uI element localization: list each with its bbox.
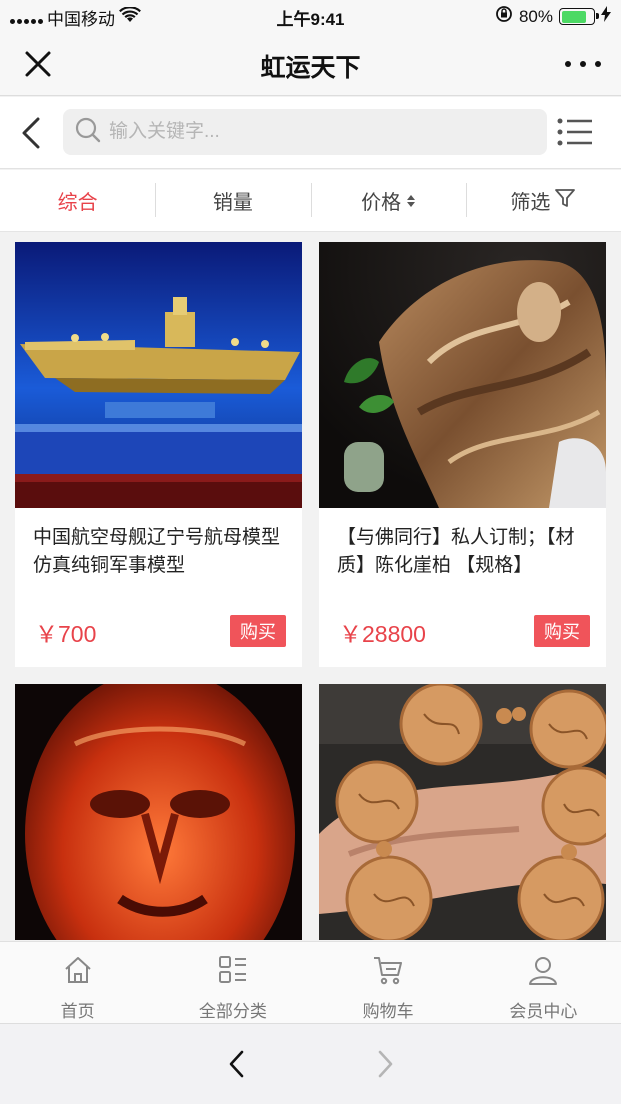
back-icon[interactable] [14,113,50,153]
tab-category[interactable]: 全部分类 [155,942,310,1023]
home-icon [62,954,94,991]
product-card[interactable] [15,684,302,940]
tab-label: 全部分类 [198,1002,267,1021]
filter-tab-sales[interactable]: 销量 [155,170,310,231]
product-price: ￥700 [35,621,97,647]
search-input[interactable] [109,121,509,143]
aircraft-carrier-model-image[interactable] [15,242,302,508]
sort-arrows-icon [407,194,416,207]
filter-label: 筛选 [510,192,551,214]
tab-label: 会员中心 [509,1002,578,1021]
product-title: 【与佛同行】私人订制；【材质】陈化崖柏 【规格】 [337,527,575,576]
search-icon [75,117,101,148]
cliff-cypress-buddha-carving-image[interactable] [319,242,606,508]
battery-percent: 80% [518,6,553,26]
list-view-icon[interactable] [557,117,593,147]
buy-button[interactable]: 购买 [534,615,590,647]
carved-olive-pit-bracelet-image[interactable] [319,684,606,940]
close-icon[interactable] [20,46,56,82]
filter-bar: 综合 销量 价格 筛选 [0,170,621,232]
category-icon [217,954,249,991]
filter-tab-price[interactable]: 价格 [310,170,466,231]
product-title: 中国航空母舰辽宁号航母模型 仿真纯铜军事模型 [33,527,281,576]
more-icon[interactable] [565,50,601,78]
filter-label: 综合 [57,192,98,214]
filter-tab-comprehensive[interactable]: 综合 [0,170,155,231]
user-icon [527,954,559,991]
battery-icon [559,8,599,25]
tab-label: 购物车 [362,1002,414,1021]
page-title: 虹运天下 [260,54,361,82]
tab-member[interactable]: 会员中心 [466,942,621,1023]
funnel-icon [554,187,576,215]
charging-icon [601,6,611,27]
filter-label: 价格 [361,192,402,214]
search-box[interactable] [63,109,547,155]
red-agate-face-carving-image[interactable] [15,684,302,940]
product-price: ￥28800 [339,621,426,647]
filter-tab-screen[interactable]: 筛选 [465,170,621,231]
tab-cart[interactable]: 购物车 [311,942,466,1023]
product-card[interactable]: 【与佛同行】私人订制；【材质】陈化崖柏 【规格】 ￥28800 购买 [319,242,606,667]
orientation-lock-icon [495,5,513,28]
cart-icon [372,954,404,991]
nav-bar: 虹运天下 [0,32,621,96]
status-right: 80% [495,5,611,28]
browser-forward-icon[interactable] [370,1046,400,1082]
status-bar: 中国移动 上午9:41 80% [0,0,621,32]
filter-label: 销量 [212,192,253,214]
buy-button[interactable]: 购买 [230,615,286,647]
product-grid: 中国航空母舰辽宁号航母模型 仿真纯铜军事模型 ￥700 购买 【与佛同行】私人订… [0,233,621,940]
browser-toolbar [0,1023,621,1104]
tab-home[interactable]: 首页 [0,942,155,1023]
product-card[interactable]: 中国航空母舰辽宁号航母模型 仿真纯铜军事模型 ￥700 购买 [15,242,302,667]
tab-bar: 首页 全部分类 购物车 会员中心 [0,941,621,1023]
product-card[interactable] [319,684,606,940]
search-bar [0,97,621,169]
tab-label: 首页 [60,1002,95,1021]
browser-back-icon[interactable] [222,1046,252,1082]
